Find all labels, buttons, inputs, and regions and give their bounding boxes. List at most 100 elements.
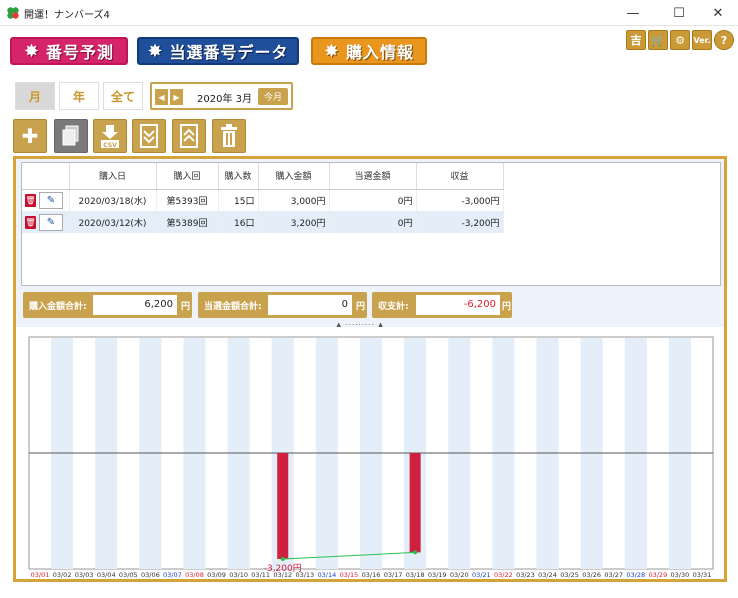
clover-icon: [7, 7, 19, 19]
add-icon[interactable]: ✚: [13, 119, 47, 153]
copy-icon[interactable]: [54, 119, 88, 153]
nav-label: 購入情報: [346, 43, 415, 62]
line-point-03/12: [280, 557, 285, 562]
tick-label: 03/10: [229, 571, 248, 579]
pencil-icon[interactable]: ✎: [39, 191, 63, 209]
tab-month[interactable]: 月: [15, 82, 55, 110]
col-header-round[interactable]: 購入回: [156, 163, 219, 190]
tab-all[interactable]: 全て: [103, 82, 143, 110]
cell-winning: 0円: [329, 189, 417, 211]
delete-icon[interactable]: 🗑: [25, 193, 36, 207]
cell-amount: 3,000円: [258, 189, 330, 211]
tick-label: 03/07: [163, 571, 182, 579]
tick-label: 03/08: [185, 571, 204, 579]
win-total-label: 当選金額合計:: [204, 302, 262, 312]
unit-label: 円: [356, 302, 366, 312]
cell-date: 2020/03/12(木): [69, 211, 157, 233]
version-icon[interactable]: Ver.: [692, 30, 712, 50]
csv-export-icon[interactable]: CSV: [93, 119, 127, 153]
tick-label: 03/21: [472, 571, 491, 579]
purchase-total-label: 購入金額合計:: [29, 302, 87, 312]
pencil-icon[interactable]: ✎: [39, 213, 63, 231]
cell-count: 15口: [218, 189, 259, 211]
nav-purchase-info[interactable]: ✸ 購入情報: [311, 37, 427, 65]
next-month-button[interactable]: ▶: [170, 89, 183, 105]
maximize-button[interactable]: ☐: [658, 0, 700, 26]
tick-label: 03/14: [318, 571, 337, 579]
col-header-profit[interactable]: 収益: [416, 163, 504, 190]
this-month-button[interactable]: 今月: [258, 88, 288, 105]
purchase-panel: 購入日 購入回 購入数 購入金額 当選金額 収益 🗑 ✎ 2020/03/18(水…: [13, 156, 727, 582]
delete-icon[interactable]: 🗑: [25, 215, 36, 229]
cell-amount: 3,200円: [258, 211, 330, 233]
nav-number-prediction[interactable]: ✸ 番号予測: [10, 37, 128, 65]
tab-year[interactable]: 年: [59, 82, 99, 110]
tick-label: 03/06: [141, 571, 160, 579]
tick-label: 03/20: [450, 571, 469, 579]
fortune-icon[interactable]: 吉: [626, 30, 646, 50]
cart-icon[interactable]: 🛒: [648, 30, 668, 50]
tick-label: 03/18: [406, 571, 425, 579]
help-icon[interactable]: ?: [714, 30, 734, 50]
burst-icon: ✸: [147, 40, 164, 62]
table-row[interactable]: 🗑 ✎ 2020/03/18(水) 第5393回 15口 3,000円 0円 -3…: [22, 189, 504, 211]
tick-label: 03/09: [207, 571, 226, 579]
cell-round: 第5393回: [156, 189, 219, 211]
minimize-button[interactable]: —: [612, 0, 654, 26]
col-header-controls: [22, 163, 70, 190]
cell-round: 第5389回: [156, 211, 219, 233]
tick-label: 03/16: [362, 571, 381, 579]
nav-winning-numbers[interactable]: ✸ 当選番号データ: [137, 37, 299, 65]
tick-label: 03/12: [273, 571, 292, 579]
prev-month-button[interactable]: ◀: [155, 89, 168, 105]
burst-icon: ✸: [23, 40, 41, 62]
col-header-date[interactable]: 購入日: [69, 163, 157, 190]
svg-text:CSV: CSV: [103, 142, 117, 149]
bar-03/12: [277, 453, 289, 560]
tick-label: 03/15: [340, 571, 359, 579]
tick-label: 03/30: [671, 571, 690, 579]
title-bar: 開運！ナンバーズ4 — ☐ ✕: [0, 0, 738, 26]
nav-label: 当選番号データ: [169, 43, 289, 62]
col-header-winning[interactable]: 当選金額: [329, 163, 417, 190]
tick-label: 03/23: [516, 571, 535, 579]
tick-label: 03/22: [494, 571, 513, 579]
table-row[interactable]: 🗑 ✎ 2020/03/12(木) 第5389回 16口 3,200円 0円 -3…: [22, 211, 504, 233]
bar-03/18: [409, 453, 421, 553]
tick-label: 03/29: [648, 571, 667, 579]
burst-icon: ✸: [323, 40, 341, 62]
tick-label: 03/02: [53, 571, 72, 579]
scroll-down-icon[interactable]: [132, 119, 166, 153]
cell-count: 16口: [218, 211, 259, 233]
tick-label: 03/01: [31, 571, 50, 579]
tick-label: 03/25: [560, 571, 579, 579]
tick-label: 03/03: [75, 571, 94, 579]
col-header-count[interactable]: 購入数: [218, 163, 259, 190]
tick-label: 03/19: [428, 571, 447, 579]
line-point-03/18: [413, 550, 418, 555]
tick-label: 03/28: [626, 571, 645, 579]
balance-label: 収支計:: [378, 302, 409, 312]
unit-label: 円: [502, 302, 512, 312]
tick-label: 03/13: [295, 571, 314, 579]
close-button[interactable]: ✕: [697, 0, 738, 26]
tick-label: 03/24: [538, 571, 557, 579]
balance-panel: 収支計: -6,200 円: [372, 292, 512, 318]
gear-icon[interactable]: ⚙: [670, 30, 690, 50]
cell-profit: -3,200円: [416, 211, 504, 233]
profit-chart: -3,200円 03/01 03/02 03/03 03/04 03/05 03/06 03/…: [16, 327, 724, 579]
tick-label: 03/11: [251, 571, 270, 579]
win-total-value: 0: [268, 295, 352, 315]
date-navigator: ◀ ▶ 2020年 3月 今月: [150, 82, 293, 110]
balance-value: -6,200: [416, 295, 500, 315]
nav-label: 番号予測: [46, 43, 115, 62]
cell-profit: -3,000円: [416, 189, 504, 211]
trash-icon[interactable]: [212, 119, 246, 153]
tick-label: 03/31: [693, 571, 712, 579]
tick-label: 03/05: [119, 571, 138, 579]
scroll-up-icon[interactable]: [172, 119, 206, 153]
cell-date: 2020/03/18(水): [69, 189, 157, 211]
purchase-total-panel: 購入金額合計: 6,200 円: [23, 292, 192, 318]
col-header-amount[interactable]: 購入金額: [258, 163, 330, 190]
current-month: 2020年 3月: [197, 94, 252, 105]
